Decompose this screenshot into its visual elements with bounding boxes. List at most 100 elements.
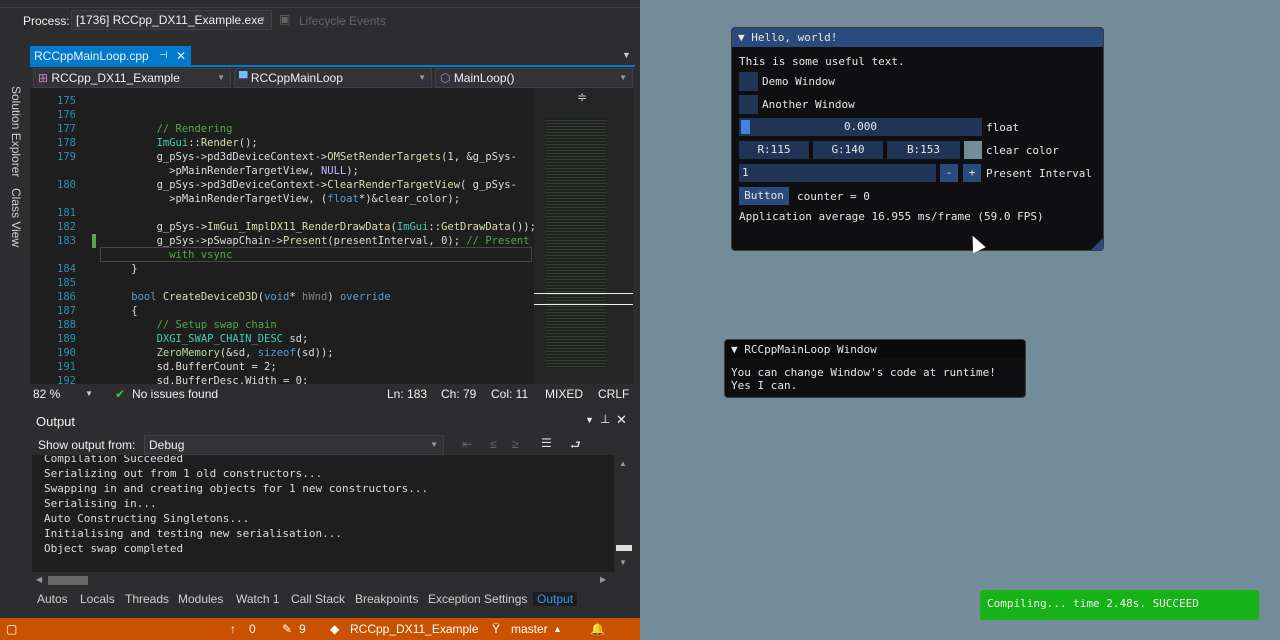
pin-panel-icon[interactable]: ⊥ [600, 412, 610, 426]
demo-window-checkbox[interactable] [739, 72, 758, 91]
increment-button[interactable]: + [963, 164, 981, 182]
output-line: Compilation Succeeded [44, 455, 184, 465]
color-swatch-button[interactable] [964, 141, 982, 159]
minimap-viewport[interactable] [534, 293, 633, 305]
issues-status[interactable]: No issues found [132, 385, 218, 403]
output-horizontal-scrollbar[interactable]: ◀ ▶ [32, 572, 614, 589]
line-number: 177 [57, 123, 76, 135]
line-endings[interactable]: CRLF [598, 385, 629, 403]
zoom-dropdown[interactable]: 82 % [33, 385, 60, 403]
code-token: float [327, 193, 359, 205]
bottom-tab-watch-1[interactable]: Watch 1 [236, 592, 280, 606]
collapse-icon[interactable]: ▼ [738, 31, 751, 44]
counter-button[interactable]: Button [739, 187, 789, 205]
minimap-scrollbar[interactable]: ≑ [534, 88, 633, 384]
branch-icon[interactable]: Ÿ [492, 618, 500, 640]
tabs-mode[interactable]: MIXED [545, 385, 583, 403]
code-line: { [106, 304, 137, 318]
output-source-value: Debug [149, 438, 185, 452]
output-source-dropdown[interactable]: Debug ▼ [144, 435, 444, 455]
useful-text: This is some useful text. [739, 55, 905, 68]
code-token: GetDrawData [441, 221, 511, 233]
bottom-tab-call-stack[interactable]: Call Stack [291, 592, 345, 606]
goto-line-icon[interactable]: ⇤ [462, 437, 472, 451]
project-nav-value: RCCpp_DX11_Example [51, 71, 180, 85]
slider-grab[interactable] [741, 120, 750, 134]
close-icon[interactable]: ✕ [176, 46, 186, 66]
compile-toast: Compiling... time 2.48s. SUCCEED [980, 590, 1259, 620]
code-token: ); [346, 165, 359, 177]
code-token: sd.BufferCount = 2; [106, 361, 277, 373]
present-interval-input[interactable]: 1 [739, 164, 936, 182]
bottom-tab-threads[interactable]: Threads [125, 592, 169, 606]
bottom-tab-modules[interactable]: Modules [178, 592, 223, 606]
branch-up-icon[interactable]: ▲ [553, 618, 562, 640]
scroll-down-icon[interactable]: ▼ [619, 558, 627, 567]
code-line: g_pSys->pd3dDeviceContext->OMSetRenderTa… [106, 150, 517, 164]
scroll-right-icon[interactable]: ▶ [600, 575, 606, 584]
branch-name[interactable]: master [511, 618, 548, 640]
output-vertical-scrollbar[interactable]: ▲ ▼ [614, 455, 634, 572]
scroll-left-icon[interactable]: ◀ [36, 575, 42, 584]
repo-icon[interactable]: ◆ [330, 618, 339, 640]
output-line: Initialising and testing new serialisati… [44, 527, 343, 540]
output-line: Object swap completed [44, 542, 184, 555]
side-tab-class-view[interactable]: Class View [9, 188, 23, 247]
tab-underline [30, 65, 635, 67]
blue-input[interactable]: B:153 [887, 141, 960, 159]
next-message-icon[interactable]: ≥ [512, 437, 519, 451]
code-token: ImGui_ImplDX11_RenderDrawData [207, 221, 391, 233]
bottom-tab-locals[interactable]: Locals [80, 592, 115, 606]
red-input[interactable]: R:115 [739, 141, 809, 159]
bottom-tab-exception-settings[interactable]: Exception Settings [428, 592, 527, 606]
pin-icon[interactable]: ⊣ [159, 46, 168, 66]
code-editor[interactable]: 175 176 177 // Rendering 178 ImGui::Render(… [30, 88, 534, 384]
hello-world-titlebar[interactable]: ▼ Hello, world! [732, 28, 1103, 47]
clear-all-icon[interactable]: ☰ [541, 436, 552, 450]
green-value: G:140 [831, 143, 865, 156]
close-panel-icon[interactable]: ✕ [616, 412, 627, 428]
bottom-tab-output[interactable]: Output [533, 592, 578, 606]
class-nav-dropdown[interactable]: ▀ RCCppMainLoop ▼ [234, 68, 432, 88]
green-input[interactable]: G:140 [813, 141, 883, 159]
split-icon[interactable]: ≑ [577, 90, 587, 104]
project-nav-dropdown[interactable]: ⊞ RCCpp_DX11_Example ▼ [33, 68, 231, 88]
pencil-icon[interactable]: ✎ [282, 618, 292, 640]
toast-text: Compiling... time 2.48s. SUCCEED [987, 597, 1199, 610]
counter-text: counter = 0 [797, 190, 870, 203]
collapse-icon[interactable]: ▼ [731, 343, 744, 356]
scroll-thumb[interactable] [616, 545, 632, 551]
prev-message-icon[interactable]: ≤ [490, 437, 497, 451]
another-window-checkbox[interactable] [739, 95, 758, 114]
notifications-icon[interactable]: 🔔 [590, 618, 605, 640]
code-token: (1, &g_pSys- [441, 151, 517, 163]
word-wrap-icon[interactable]: ⮐ [570, 436, 581, 457]
code-token: >pMainRenderTargetView, ( [106, 193, 328, 205]
mainloop-titlebar[interactable]: ▼ RCCppMainLoop Window [725, 340, 1025, 359]
decrement-button[interactable]: - [940, 164, 958, 182]
lifecycle-icon: ▣ [279, 12, 291, 26]
process-dropdown[interactable]: [1736] RCCpp_DX11_Example.exe ▼ [71, 10, 272, 30]
member-nav-dropdown[interactable]: ⬡ MainLoop() ▼ [435, 68, 633, 88]
class-icon: ▀ [239, 71, 251, 85]
push-icon[interactable]: ↑ [230, 618, 236, 640]
rccpp-mainloop-window[interactable]: ▼ RCCppMainLoop Window You can change Wi… [724, 339, 1026, 398]
bottom-tab-autos[interactable]: Autos [37, 592, 68, 606]
panel-menu-icon[interactable]: ▼ [585, 415, 594, 425]
scroll-up-icon[interactable]: ▲ [619, 459, 627, 468]
output-text[interactable]: Compilation Succeeded Serializing out fro… [32, 455, 614, 572]
tab-overflow-icon[interactable]: ▼ [622, 50, 631, 60]
hscroll-thumb[interactable] [48, 576, 88, 585]
bottom-tab-breakpoints[interactable]: Breakpoints [355, 592, 418, 606]
float-slider[interactable]: 0.000 [739, 118, 982, 136]
tab-rccppmainloop-cpp[interactable]: RCCppMainLoop.cpp ⊣ ✕ [30, 46, 191, 66]
zoom-chevron-icon[interactable]: ▼ [85, 385, 93, 403]
repository-name[interactable]: RCCpp_DX11_Example [350, 618, 479, 640]
feedback-icon[interactable]: ▢ [6, 618, 17, 640]
changes-count: 9 [299, 622, 306, 636]
output-panel-title: Output [36, 414, 76, 429]
hello-world-window[interactable]: ▼ Hello, world! This is some useful text… [731, 27, 1104, 251]
resize-grip[interactable] [1091, 238, 1103, 250]
lifecycle-events-button[interactable]: Lifecycle Events [299, 14, 386, 28]
side-tab-solution-explorer[interactable]: Solution Explorer [9, 86, 23, 177]
